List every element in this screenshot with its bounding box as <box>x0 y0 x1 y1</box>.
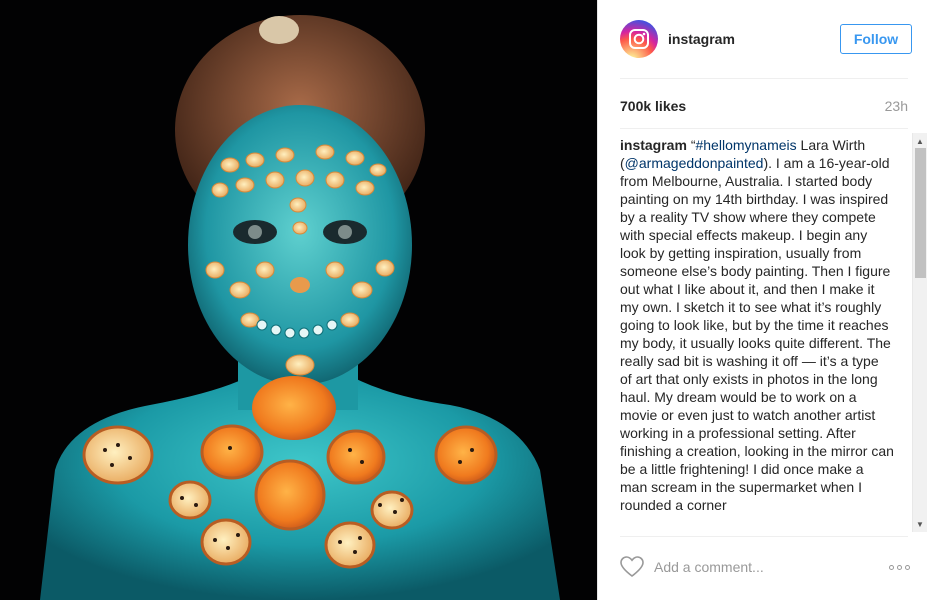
scroll-thumb[interactable] <box>915 148 926 278</box>
dot <box>889 564 894 570</box>
dot <box>905 564 910 570</box>
follow-button[interactable]: Follow <box>840 24 912 54</box>
caption-mention[interactable]: @armageddonpainted <box>625 155 764 171</box>
caption-container[interactable]: instagram “#hellomynameis Lara Wirth (@a… <box>620 136 894 532</box>
body-paint-photo <box>0 0 597 600</box>
instagram-post: instagram Follow 700k likes 23h instagra… <box>0 0 935 600</box>
divider <box>620 128 908 129</box>
post-header: instagram Follow <box>620 18 912 60</box>
caption-text: instagram “#hellomynameis Lara Wirth (@a… <box>620 136 894 514</box>
username-link[interactable]: instagram <box>668 31 840 47</box>
likes-row: 700k likes 23h <box>620 98 908 114</box>
post-side-panel: instagram Follow 700k likes 23h instagra… <box>597 0 935 600</box>
likes-count[interactable]: 700k likes <box>620 98 686 114</box>
divider <box>620 78 908 79</box>
caption-hashtag[interactable]: #hellomynameis <box>695 137 796 153</box>
post-photo[interactable] <box>0 0 597 600</box>
comment-row <box>620 552 910 582</box>
more-options-icon[interactable] <box>889 564 910 570</box>
post-timestamp[interactable]: 23h <box>885 98 908 114</box>
instagram-logo-icon[interactable] <box>620 20 658 58</box>
caption-username[interactable]: instagram <box>620 137 687 153</box>
dot <box>897 564 902 570</box>
caption-text-part: ). I am a 16-year-old from Melbourne, Au… <box>620 155 894 513</box>
comment-input[interactable] <box>654 559 889 575</box>
heart-outline-icon[interactable] <box>620 556 644 578</box>
caption-scrollbar[interactable]: ▲ ▼ <box>912 133 927 532</box>
scroll-down-icon[interactable]: ▼ <box>913 517 927 531</box>
scroll-up-icon[interactable]: ▲ <box>913 134 927 148</box>
divider <box>620 536 908 537</box>
